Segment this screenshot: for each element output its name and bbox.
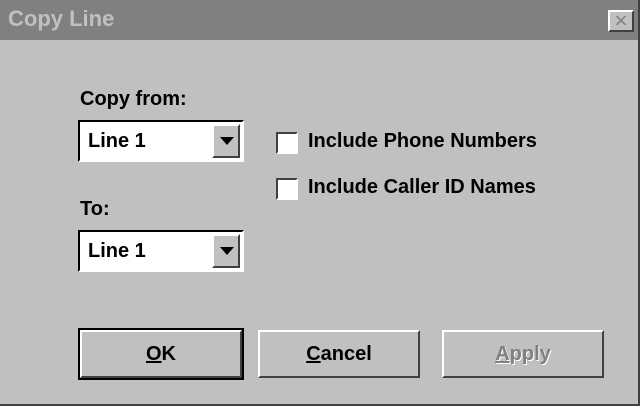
include-phone-numbers-label: Include Phone Numbers (308, 130, 537, 152)
apply-label-rest: pply (509, 343, 551, 365)
apply-button[interactable]: Apply (442, 330, 604, 378)
ok-label-rest: K (161, 343, 176, 365)
chevron-down-icon[interactable] (212, 234, 240, 268)
window-title: Copy Line (8, 6, 115, 31)
ok-mnemonic: O (145, 343, 162, 365)
cancel-label-rest: ancel (320, 343, 372, 365)
copy-from-value: Line 1 (88, 130, 146, 152)
include-phone-numbers-checkbox[interactable] (276, 132, 298, 154)
copy-from-label: Copy from: (80, 88, 187, 110)
cancel-button[interactable]: Cancel (258, 330, 420, 378)
chevron-down-icon[interactable] (212, 124, 240, 158)
ok-button[interactable]: OK (78, 328, 244, 380)
copy-to-label: To: (80, 198, 110, 220)
copy-line-dialog: Copy Line × Copy from: Line 1 To: Line 1… (0, 0, 640, 406)
close-icon[interactable]: × (608, 10, 634, 32)
include-caller-id-names-checkbox[interactable] (276, 178, 298, 200)
copy-from-select[interactable]: Line 1 (78, 120, 244, 162)
copy-to-value: Line 1 (88, 240, 146, 262)
include-caller-id-names-label: Include Caller ID Names (308, 176, 536, 198)
apply-mnemonic: A (495, 343, 510, 365)
copy-to-select[interactable]: Line 1 (78, 230, 244, 272)
cancel-mnemonic: C (306, 343, 321, 365)
title-bar[interactable]: Copy Line × (0, 0, 638, 40)
